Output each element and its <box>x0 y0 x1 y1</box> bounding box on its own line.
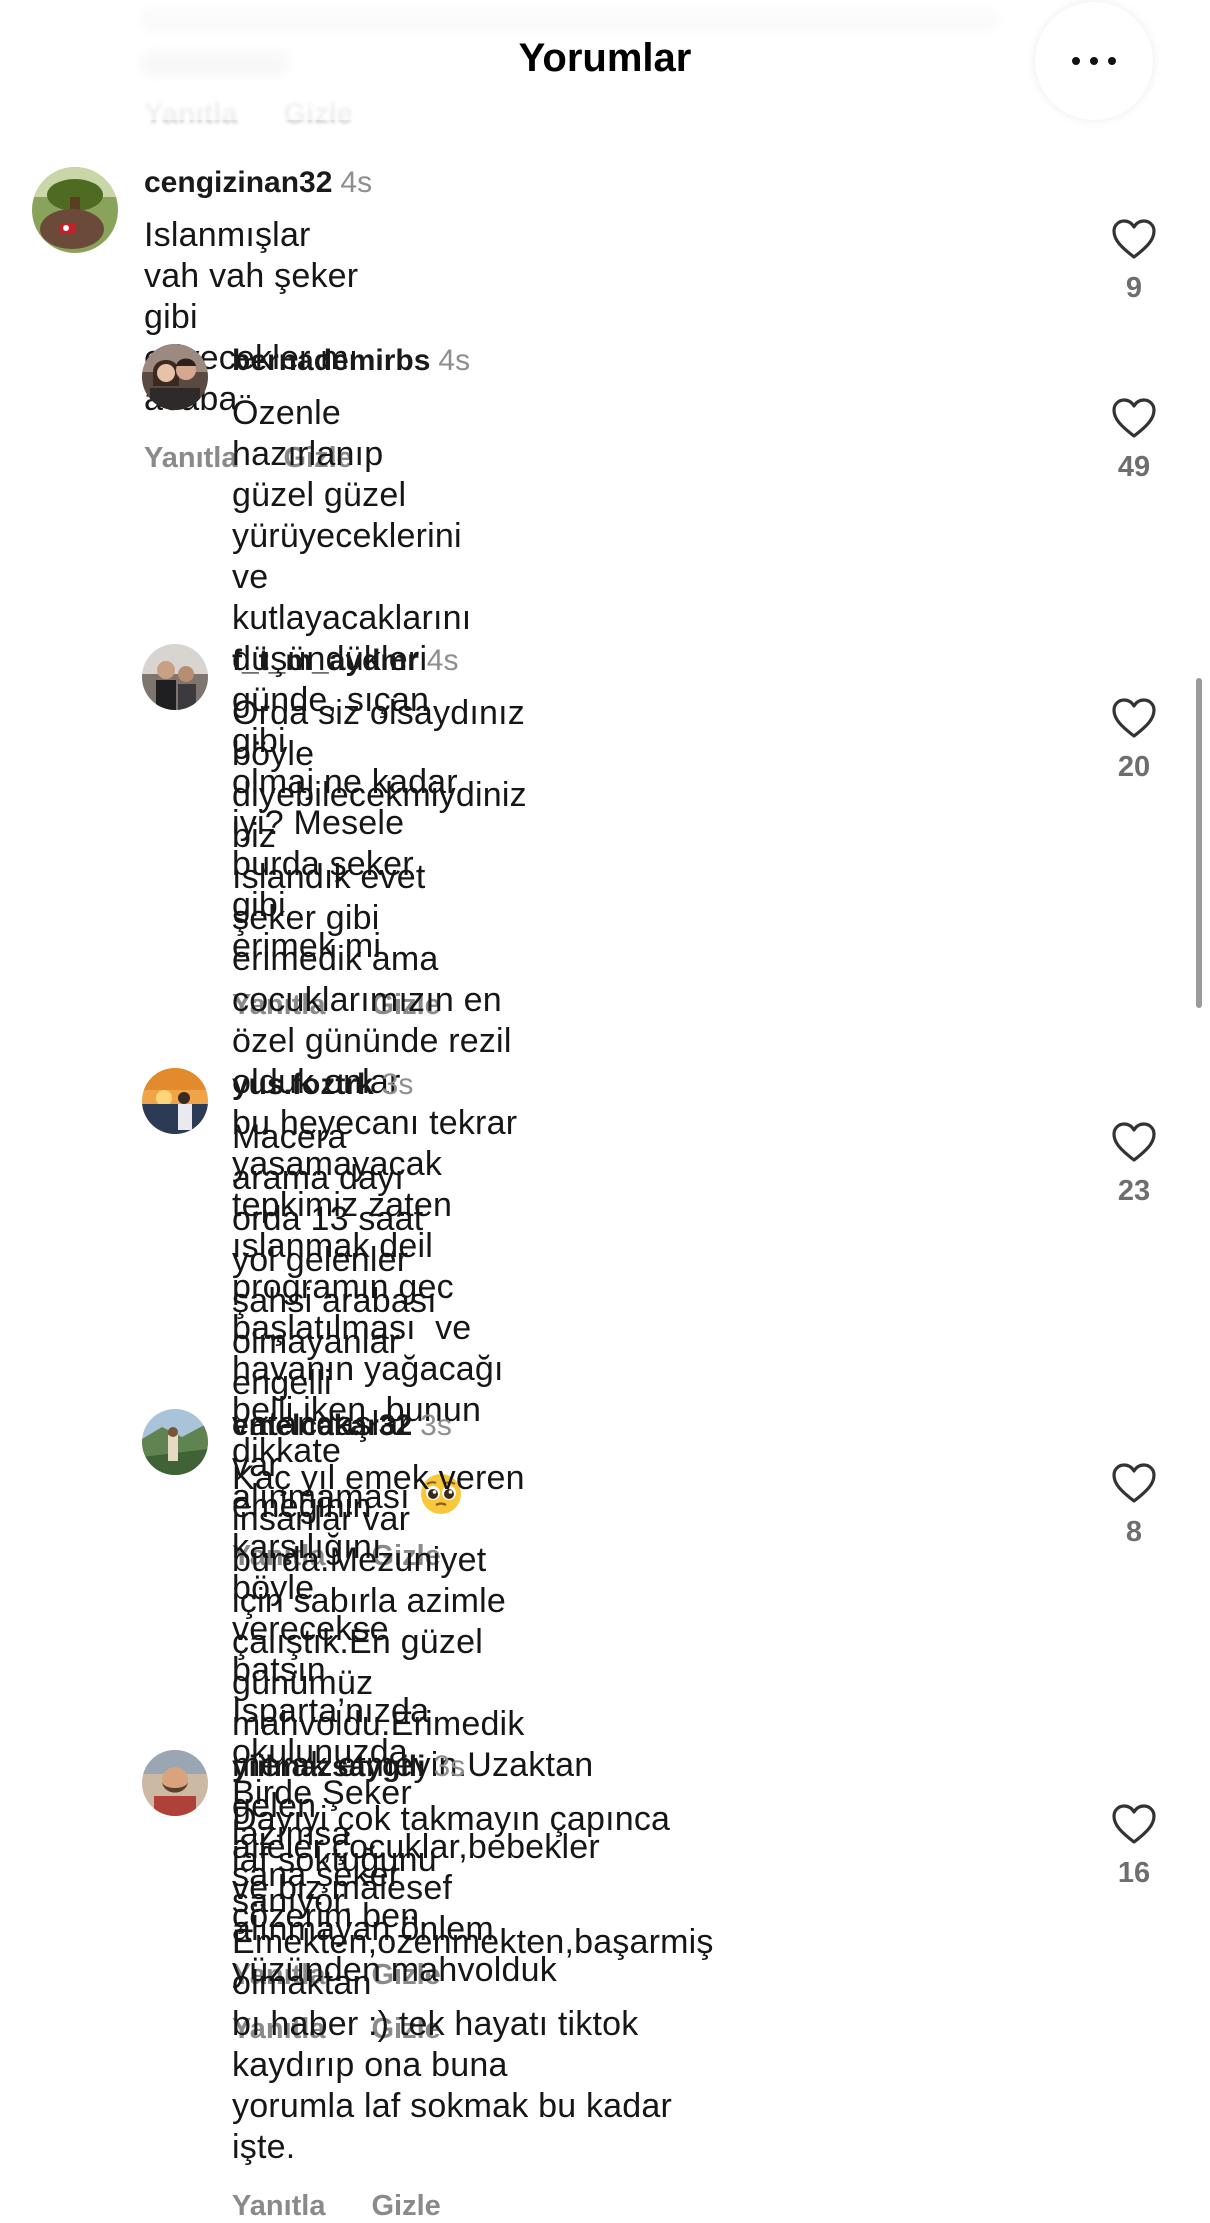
comment-time: 4s <box>438 344 471 377</box>
like-button[interactable]: 49 <box>1094 397 1174 484</box>
comment-time: 3s <box>381 1068 414 1101</box>
scrollbar[interactable] <box>1196 678 1202 1008</box>
heart-icon <box>1112 1463 1156 1503</box>
comment-time: 3s <box>420 1409 452 1442</box>
avatar[interactable] <box>32 167 118 253</box>
ellipsis-icon <box>1067 57 1121 65</box>
like-button[interactable]: 9 <box>1094 218 1174 305</box>
comment-username[interactable]: yus.foztrk <box>232 1068 374 1101</box>
like-button[interactable]: 16 <box>1094 1803 1174 1890</box>
more-options-button[interactable] <box>1035 2 1153 120</box>
like-count: 8 <box>1125 1516 1143 1548</box>
like-count: 9 <box>1125 272 1143 304</box>
heart-icon <box>1112 698 1156 738</box>
comment-time: 4s <box>340 166 373 199</box>
like-button[interactable]: 8 <box>1094 1462 1174 1549</box>
reply-button[interactable]: Yanıtla <box>232 2190 326 2223</box>
comment-username[interactable]: bernademirbs <box>232 344 430 377</box>
comment-username[interactable]: cengizinan32 <box>144 166 332 199</box>
comment-text: Dayıyi çok takmayın çapınca laf soktuğun… <box>232 1800 714 2166</box>
page-title: Yorumlar <box>518 36 692 80</box>
comments-header: Yorumlar <box>0 0 1210 120</box>
heart-icon <box>1112 1804 1156 1844</box>
reply-button[interactable]: Yanıtla <box>144 442 238 475</box>
like-count: 16 <box>1117 1857 1151 1889</box>
comment-time: 3s <box>433 1750 466 1783</box>
like-button[interactable]: 23 <box>1094 1121 1174 1208</box>
avatar[interactable] <box>142 1750 208 1816</box>
comment-username[interactable]: yiilmazsaygili <box>232 1750 425 1783</box>
avatar[interactable] <box>142 344 208 410</box>
like-button[interactable]: 20 <box>1094 697 1174 784</box>
hide-button[interactable]: Gizle <box>372 2190 441 2223</box>
heart-icon <box>1112 219 1156 259</box>
avatar[interactable] <box>142 644 208 710</box>
comment-username[interactable]: f_t_m_aydmr <box>232 644 419 677</box>
avatar[interactable] <box>142 1409 208 1475</box>
heart-icon <box>1112 398 1156 438</box>
comment-time: 4s <box>426 644 459 677</box>
like-count: 23 <box>1117 1175 1151 1207</box>
avatar[interactable] <box>142 1068 208 1134</box>
like-count: 20 <box>1117 751 1151 783</box>
heart-icon <box>1112 1122 1156 1162</box>
like-count: 49 <box>1117 451 1151 483</box>
comment-username[interactable]: emelcakar32 <box>232 1409 412 1442</box>
